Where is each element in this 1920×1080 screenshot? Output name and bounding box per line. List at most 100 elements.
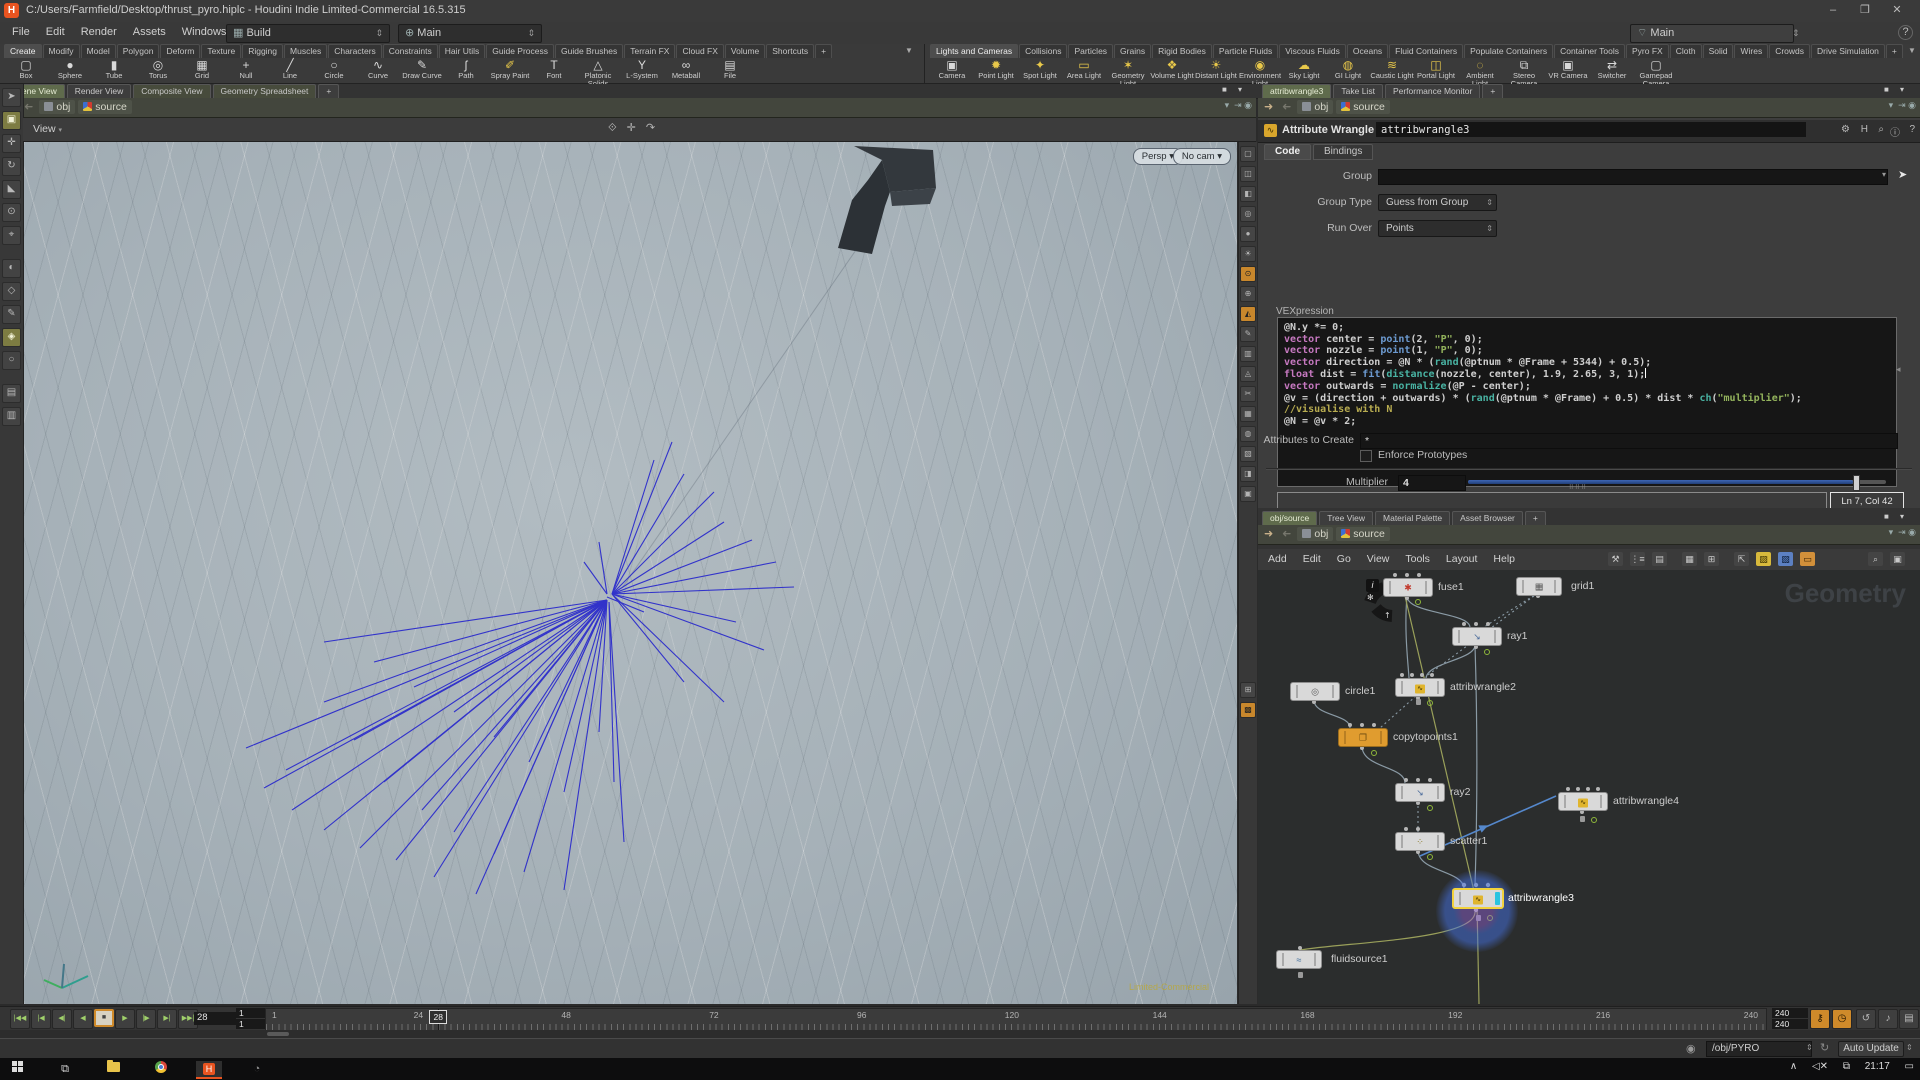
netbox-icon[interactable]: ▧ bbox=[1778, 552, 1793, 566]
shelf-tool[interactable]: ⧉Stereo Camera bbox=[1502, 59, 1546, 88]
shelf-tab[interactable]: Particles bbox=[1068, 44, 1114, 58]
shelf-tool[interactable]: ◍ GI Light bbox=[1326, 59, 1370, 83]
pane-menu-icon[interactable]: ▾ bbox=[1238, 85, 1242, 94]
shelf-tab[interactable]: Drive Simulation bbox=[1811, 44, 1885, 58]
scroll-handle[interactable] bbox=[267, 1032, 289, 1036]
update-mode-dropdown[interactable]: Auto Update bbox=[1838, 1041, 1904, 1057]
volume-muted-icon[interactable]: ◁✕ bbox=[1812, 1061, 1828, 1072]
display-icon[interactable]: ▩ bbox=[1240, 702, 1256, 718]
ghost-icon[interactable]: ◎ bbox=[1240, 206, 1256, 222]
display-icon[interactable]: ◨ bbox=[1240, 466, 1256, 482]
pathbar-pin-icons[interactable]: ▾ ⇥ ◉ bbox=[1225, 100, 1252, 111]
node-attribwrangle2[interactable]: ∿ attribwrangle2 bbox=[1395, 678, 1516, 697]
shelf-tab[interactable]: Guide Process bbox=[486, 44, 555, 58]
shelf-tab[interactable]: Muscles bbox=[284, 44, 328, 58]
shelf-tab[interactable]: Cloud FX bbox=[676, 44, 724, 58]
network-menu-item[interactable]: Go bbox=[1329, 550, 1359, 568]
pane-tab[interactable]: Render View bbox=[66, 84, 132, 98]
run-over-dropdown[interactable]: Points ⇕ bbox=[1378, 220, 1497, 237]
shelf-tool[interactable]: Y L-System bbox=[620, 59, 664, 83]
houdini-taskbar-icon[interactable]: H bbox=[196, 1061, 222, 1079]
desktop-main-selector[interactable]: ⌔ Main bbox=[1630, 24, 1794, 43]
snapshot-icon[interactable]: ▣ bbox=[1890, 552, 1905, 566]
shelf-tab[interactable]: Crowds bbox=[1769, 44, 1811, 58]
help-icon[interactable]: ? bbox=[1909, 124, 1915, 135]
auto-key-icon[interactable]: ⚷ bbox=[1810, 1009, 1830, 1029]
shelf-tab[interactable]: Create bbox=[4, 44, 42, 58]
shelf-tool[interactable]: ∞ Metaball bbox=[664, 59, 708, 83]
shelf-tab[interactable]: Pyro FX bbox=[1626, 44, 1669, 58]
help-browser-icon[interactable]: H bbox=[1861, 124, 1868, 135]
shelf-tool[interactable]: ▣ Camera bbox=[930, 59, 974, 83]
node-scatter1[interactable]: ⁘ scatter1 bbox=[1395, 832, 1487, 851]
shelf-tool[interactable]: ▮ Tube bbox=[92, 59, 136, 83]
clock[interactable]: 21:17 bbox=[1865, 1061, 1890, 1072]
display-icon[interactable]: ◫ bbox=[1240, 166, 1256, 182]
pathbar-pin-icons[interactable]: ▾ ⇥ ◉ bbox=[1889, 100, 1916, 111]
help-icon[interactable]: ? bbox=[1898, 25, 1913, 40]
network-menu-item[interactable]: Layout bbox=[1438, 550, 1486, 568]
path-obj-chip[interactable]: obj bbox=[1297, 527, 1334, 541]
shelf-tool[interactable]: ✶Geometry Light bbox=[1106, 59, 1150, 88]
param-subtab[interactable]: Bindings bbox=[1313, 144, 1374, 160]
shelf-tab[interactable]: Guide Brushes bbox=[555, 44, 624, 58]
gear-icon[interactable]: ⚙ bbox=[1841, 124, 1850, 135]
shelf-tab[interactable]: Hair Utils bbox=[438, 44, 486, 58]
node-fuse1[interactable]: ✱ fuse1 bbox=[1383, 578, 1464, 597]
shelf-overflow-icon[interactable]: ▼ bbox=[905, 46, 913, 55]
flipbook-icon[interactable]: ▤ bbox=[1899, 1009, 1919, 1029]
pane-tab[interactable]: obj/source bbox=[1262, 511, 1318, 525]
shelf-tab[interactable]: Grains bbox=[1114, 44, 1152, 58]
param-subtab[interactable]: Code bbox=[1264, 144, 1311, 160]
timeline-ruler[interactable]: 1 24 48 72 96 120 144 168 192 216 240 28 bbox=[265, 1008, 1767, 1031]
shelf-tab[interactable]: Rigging bbox=[242, 44, 284, 58]
context-path-field[interactable]: /obj/PYRO bbox=[1706, 1041, 1812, 1057]
pane-menu-icon[interactable]: ▾ bbox=[1900, 85, 1904, 94]
pane-tab[interactable]: + bbox=[318, 84, 340, 98]
realtime-toggle-icon[interactable]: ◷ bbox=[1832, 1009, 1852, 1029]
transport-button[interactable]: ▶ bbox=[115, 1009, 135, 1029]
pane-tab[interactable]: Performance Monitor bbox=[1384, 84, 1481, 98]
slider-handle[interactable] bbox=[1852, 475, 1860, 491]
view-tool-icon[interactable]: ◐ bbox=[2, 259, 21, 278]
tree-icon[interactable]: ⋮≡ bbox=[1630, 552, 1645, 566]
shelf-tool[interactable]: ✎ Draw Curve bbox=[400, 59, 444, 83]
display-icon[interactable]: ◬ bbox=[1240, 366, 1256, 382]
timeline-scrollbar[interactable] bbox=[0, 1030, 1920, 1038]
network-menu-item[interactable]: Help bbox=[1485, 550, 1523, 568]
attrs-create-input[interactable]: * bbox=[1360, 433, 1898, 449]
main-scene-selector[interactable]: ⊕ Main ⇕ bbox=[398, 24, 542, 43]
normals-display-icon[interactable]: ◭ bbox=[1240, 306, 1256, 322]
transport-button[interactable]: |▶ bbox=[136, 1009, 156, 1029]
task-view-button[interactable]: ⧉ bbox=[52, 1061, 78, 1077]
network-graph[interactable]: Geometry ✻ ↑ i ✱ fuse1 ▦ grid1 ↘ ray1 ◎ … bbox=[1258, 570, 1920, 1004]
search-icon[interactable]: ⌕ bbox=[1868, 552, 1883, 566]
shelf-tab[interactable]: Rigid Bodies bbox=[1152, 44, 1212, 58]
shelf-tool[interactable]: ≋ Caustic Light bbox=[1370, 59, 1414, 83]
display-icon[interactable]: ● bbox=[1240, 226, 1256, 242]
viewport-3d[interactable]: Persp ▾ No cam ▾ Limited-Commercial bbox=[24, 142, 1237, 1004]
network-menu-item[interactable]: Add bbox=[1260, 550, 1295, 568]
shelf-tool[interactable]: ✦ Spot Light bbox=[1018, 59, 1062, 83]
shelf-tool[interactable]: + Null bbox=[224, 59, 268, 83]
pane-tab[interactable]: Take List bbox=[1333, 84, 1383, 98]
node-ray1[interactable]: ↘ ray1 bbox=[1452, 627, 1527, 646]
close-button[interactable]: ✕ bbox=[1884, 2, 1910, 19]
editor-expand-icon[interactable]: ◂ bbox=[1896, 364, 1901, 375]
node-fluidsource1[interactable]: ≈ fluidsource1 bbox=[1276, 950, 1388, 969]
sculpt-tool-icon[interactable]: ○ bbox=[2, 351, 21, 370]
notification-icon[interactable]: ▭ bbox=[1905, 1061, 1914, 1072]
audio-icon[interactable]: ♪ bbox=[1878, 1009, 1898, 1029]
current-frame-field[interactable]: 28 bbox=[194, 1012, 236, 1025]
back-icon[interactable]: ➜ bbox=[1264, 527, 1273, 540]
shelf-tool[interactable]: ○ Circle bbox=[312, 59, 356, 83]
transport-button[interactable]: ◀| bbox=[52, 1009, 72, 1029]
shelf-tab[interactable]: Characters bbox=[328, 44, 382, 58]
pane-maximize-icon[interactable]: ■ bbox=[1222, 85, 1227, 94]
forward-icon[interactable]: ➜ bbox=[24, 100, 33, 113]
node-name-field[interactable]: attribwrangle3 bbox=[1376, 122, 1806, 137]
shelf-tab[interactable]: Modify bbox=[42, 44, 80, 58]
shelf-tab[interactable]: Texture bbox=[201, 44, 242, 58]
shelf-overflow-icon[interactable]: ▼ bbox=[1908, 46, 1916, 55]
pane-tab[interactable]: + bbox=[1482, 84, 1504, 98]
